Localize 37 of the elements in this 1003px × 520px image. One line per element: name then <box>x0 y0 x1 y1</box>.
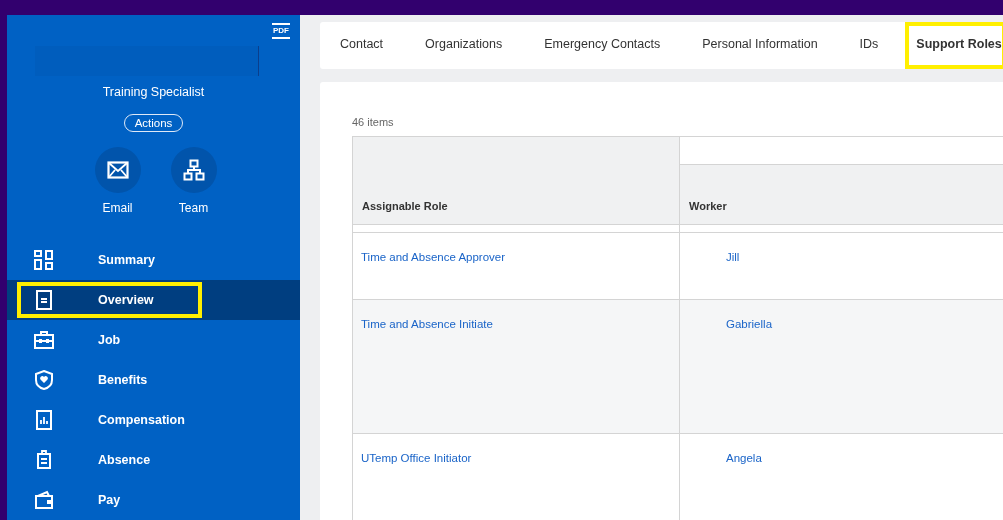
role-link[interactable]: Time and Absence Initiate <box>361 318 493 330</box>
sidebar-item[interactable]: Overview <box>7 280 300 320</box>
item-count: 46 items <box>352 116 395 128</box>
sidebar-item[interactable]: Summary <box>7 240 300 280</box>
tab[interactable]: Emergency Contacts <box>529 22 676 69</box>
worker-link[interactable]: Jill <box>726 251 740 263</box>
tab[interactable]: Personal Information <box>687 22 833 69</box>
team-button[interactable] <box>170 147 217 193</box>
quick-action-label: Email <box>102 201 133 215</box>
column-header: Worker <box>680 165 1003 224</box>
worker-link[interactable]: Angela <box>726 452 762 464</box>
sidebar-item[interactable]: Job <box>7 320 300 360</box>
sidebar-item[interactable]: Absence <box>7 440 300 480</box>
wallet-icon <box>34 490 54 510</box>
sidebar-item[interactable]: Pay <box>7 480 300 520</box>
envelope-icon <box>106 161 129 179</box>
email-button[interactable] <box>94 147 141 193</box>
bar-chart-icon <box>34 410 54 430</box>
worker-link[interactable]: Gabriella <box>726 318 773 330</box>
shield-heart-icon <box>34 370 54 390</box>
role-link[interactable]: Time and Absence Approver <box>361 251 506 263</box>
org-chart-icon <box>182 159 205 181</box>
role-link[interactable]: UTemp Office Initiator <box>361 452 472 464</box>
tab[interactable]: IDs <box>844 22 894 69</box>
document-icon <box>34 290 54 310</box>
quick-action-label: Team <box>178 201 209 215</box>
sidebar-item[interactable]: Compensation <box>7 400 300 440</box>
sidebar-item[interactable]: Benefits <box>7 360 300 400</box>
tab[interactable]: Organizations <box>410 22 518 69</box>
tab[interactable]: Support Roles <box>905 22 1003 69</box>
grid-icon <box>34 250 54 270</box>
suitcase-icon <box>34 450 54 470</box>
tab[interactable]: Contact <box>325 22 399 69</box>
column-header: Assignable Role <box>353 137 680 224</box>
briefcase-icon <box>34 330 54 350</box>
job-title: Training Specialist <box>101 85 206 99</box>
pdf-button[interactable]: PDF <box>272 23 290 39</box>
